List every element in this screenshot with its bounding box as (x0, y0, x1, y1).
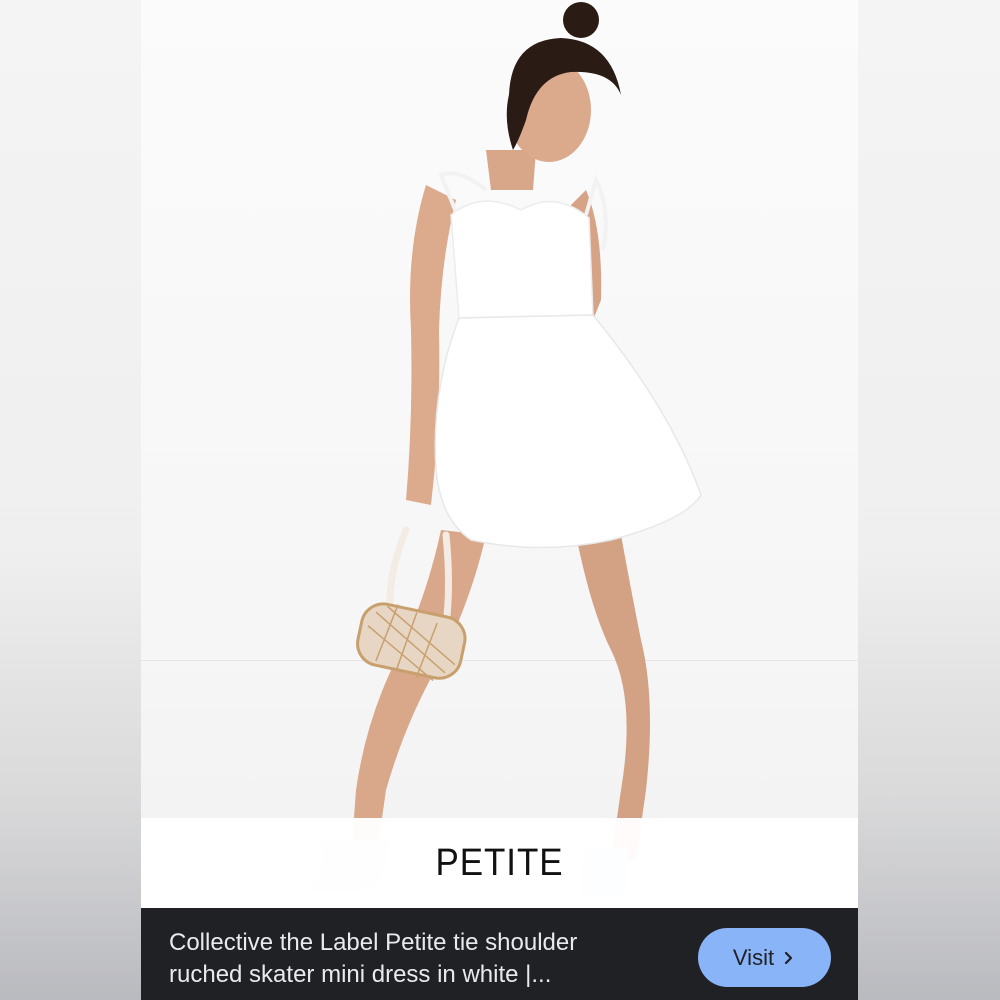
left-leg (351, 530, 486, 860)
blurred-backdrop-left (0, 0, 141, 1000)
product-title[interactable]: Collective the Label Petite tie shoulder… (169, 927, 689, 991)
petite-label: PETITE (435, 841, 564, 884)
blurred-backdrop-right (858, 0, 1000, 1000)
product-caption-bar: Collective the Label Petite tie shoulder… (141, 908, 858, 1000)
chevron-right-icon (784, 951, 793, 964)
hair-bun (563, 2, 599, 38)
screen: PETITE Collective the Label Petite tie s… (0, 0, 1000, 1000)
product-title-line-2: ruched skater mini dress in white |... (169, 961, 552, 988)
right-leg (576, 535, 650, 860)
dress-bodice (450, 200, 594, 319)
model-in-white-dress (306, 2, 702, 895)
visit-button[interactable]: Visit (698, 928, 831, 987)
neck (486, 150, 536, 190)
petite-label-banner: PETITE (141, 818, 858, 908)
dress-skirt (434, 314, 702, 549)
product-photo[interactable] (141, 0, 858, 908)
product-title-line-1: Collective the Label Petite tie shoulder (169, 929, 578, 956)
visit-button-label: Visit (732, 944, 775, 970)
